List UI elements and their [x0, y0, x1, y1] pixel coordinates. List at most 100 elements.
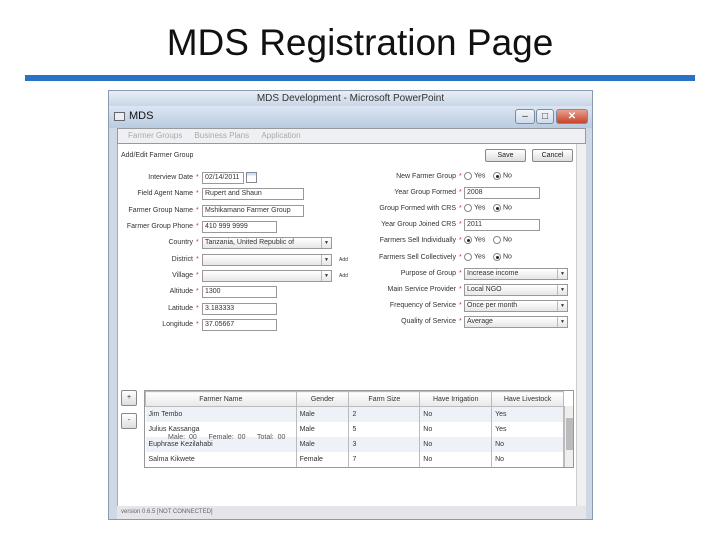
group-formed-with-crs-label: Group Formed with CRS [379, 205, 456, 212]
radio-label: No [502, 236, 512, 244]
cancel-button[interactable]: Cancel [532, 149, 573, 162]
farmers-sell-collectively-yes-radio[interactable]: Yes [464, 253, 485, 261]
farmer-group-name-input[interactable]: Mshikamano Farmer Group [202, 205, 304, 217]
farmers-sell-individually-label: Farmers Sell Individually [379, 237, 456, 244]
male-count: 00 [189, 434, 197, 441]
radio-button[interactable] [493, 204, 501, 212]
radio-button[interactable] [464, 253, 472, 261]
table-cell: No [491, 436, 564, 452]
powerpoint-title-bar: MDS Development - Microsoft PowerPoint [109, 91, 592, 106]
table-cell: No [491, 451, 564, 467]
new-farmer-group-no-radio[interactable]: No [493, 172, 512, 180]
table-cell: Male [296, 436, 350, 452]
radio-button[interactable] [464, 172, 472, 180]
radio-button[interactable] [493, 172, 501, 180]
table-scroll-thumb[interactable] [566, 418, 573, 450]
close-button[interactable]: ✕ [556, 109, 588, 124]
required-marker: * [196, 321, 199, 328]
column-header[interactable]: Have Irrigation [419, 391, 493, 407]
column-header[interactable]: Gender [295, 391, 350, 407]
frequency-of-service-value: Once per month [467, 302, 518, 309]
mds-title-bar: MDS – □ ✕ [109, 106, 592, 128]
table-cell: No [419, 451, 493, 467]
section-title: Add/Edit Farmer Group [121, 152, 194, 159]
status-bar: version 0.6.5 [NOT CONNECTED] [117, 506, 586, 519]
radio-button[interactable] [493, 253, 501, 261]
year-group-formed-input[interactable]: 2008 [464, 187, 540, 199]
farmers-sell-individually-no-radio[interactable]: No [493, 236, 512, 244]
frequency-of-service-select[interactable]: Once per month ▼ [464, 300, 568, 312]
table-row[interactable]: Jim Tembo Male 2 No Yes [145, 406, 564, 422]
radio-button[interactable] [464, 236, 472, 244]
latitude-input[interactable]: 3.183333 [202, 303, 277, 315]
title-divider [25, 75, 695, 81]
menu-business-plans[interactable]: Business Plans [194, 131, 249, 140]
table-cell: 3 [348, 436, 421, 452]
group-formed-with-crs-yes-radio[interactable]: Yes [464, 204, 485, 212]
add-farmer-button[interactable]: + [121, 390, 137, 406]
summary-counts: Male: 00 Female: 00 Total: 00 [168, 434, 285, 441]
column-header[interactable]: Farmer Name [145, 391, 297, 407]
app-window: MDS Development - Microsoft PowerPoint M… [108, 90, 593, 520]
page-scrollbar[interactable] [576, 144, 586, 506]
radio-label: No [502, 172, 512, 180]
male-label: Male: [168, 434, 186, 441]
column-header[interactable]: Have Livestock [491, 391, 564, 407]
farmer-group-phone-input[interactable]: 410 999 9999 [202, 221, 277, 233]
required-marker: * [196, 256, 199, 263]
table-cell: No [419, 406, 493, 422]
farmers-sell-collectively-no-radio[interactable]: No [493, 253, 512, 261]
altitude-input[interactable]: 1300 [202, 286, 277, 298]
year-group-joined-crs-label: Year Group Joined CRS [381, 221, 456, 228]
quality-of-service-select[interactable]: Average ▼ [464, 316, 568, 328]
radio-label: Yes [473, 236, 486, 244]
app-icon [114, 112, 125, 121]
menu-application[interactable]: Application [261, 131, 300, 140]
table-row[interactable]: Salma Kikwete Female 7 No No [145, 451, 564, 467]
required-marker: * [196, 190, 199, 197]
menu-farmer-groups[interactable]: Farmer Groups [128, 131, 182, 140]
chevron-down-icon: ▼ [557, 285, 567, 295]
column-header[interactable]: Farm Size [348, 391, 421, 407]
save-button[interactable]: Save [485, 149, 526, 162]
chevron-down-icon: ▼ [557, 301, 567, 311]
interview-date-input[interactable]: 02/14/2011 [202, 172, 244, 184]
calendar-icon[interactable] [246, 172, 257, 183]
radio-button[interactable] [493, 236, 501, 244]
year-group-joined-crs-input[interactable]: 2011 [464, 219, 540, 231]
required-marker: * [196, 288, 199, 295]
frequency-of-service-label: Frequency of Service [389, 302, 456, 309]
table-cell: Male [296, 421, 350, 437]
farmers-sell-individually-yes-radio[interactable]: Yes [464, 236, 485, 244]
chevron-down-icon: ▼ [557, 317, 567, 327]
maximize-button[interactable]: □ [536, 109, 554, 124]
radio-button[interactable] [464, 204, 472, 212]
menu-bar: Farmer Groups Business Plans Application [117, 128, 586, 144]
required-marker: * [459, 254, 462, 261]
purpose-of-group-label: Purpose of Group [400, 270, 456, 277]
group-formed-with-crs-no-radio[interactable]: No [493, 204, 512, 212]
remove-farmer-button[interactable]: - [121, 413, 137, 429]
main-service-provider-select[interactable]: Local NGO ▼ [464, 284, 568, 296]
purpose-of-group-select[interactable]: Increase income ▼ [464, 268, 568, 280]
required-marker: * [196, 207, 199, 214]
table-cell: Yes [491, 406, 564, 422]
new-farmer-group-yes-radio[interactable]: Yes [464, 172, 485, 180]
year-group-formed-label: Year Group Formed [394, 189, 456, 196]
required-marker: * [459, 318, 462, 325]
longitude-input[interactable]: 37.05667 [202, 319, 277, 331]
table-cell: Jim Tembo [145, 406, 297, 422]
minimize-button[interactable]: – [515, 109, 535, 124]
table-scrollbar[interactable] [564, 406, 573, 467]
required-marker: * [459, 302, 462, 309]
main-service-provider-value: Local NGO [467, 286, 502, 293]
quality-of-service-value: Average [467, 318, 493, 325]
table-cell: No [419, 436, 493, 452]
farmers-table-container: Farmer Name Gender Farm Size Have Irrigatio… [144, 390, 574, 468]
field-agent-name-input[interactable]: Rupert and Shaun [202, 188, 304, 200]
table-cell: Female [296, 451, 350, 467]
required-marker: * [196, 305, 199, 312]
required-marker: * [459, 221, 462, 228]
chevron-down-icon: ▼ [557, 269, 567, 279]
required-marker: * [459, 270, 462, 277]
